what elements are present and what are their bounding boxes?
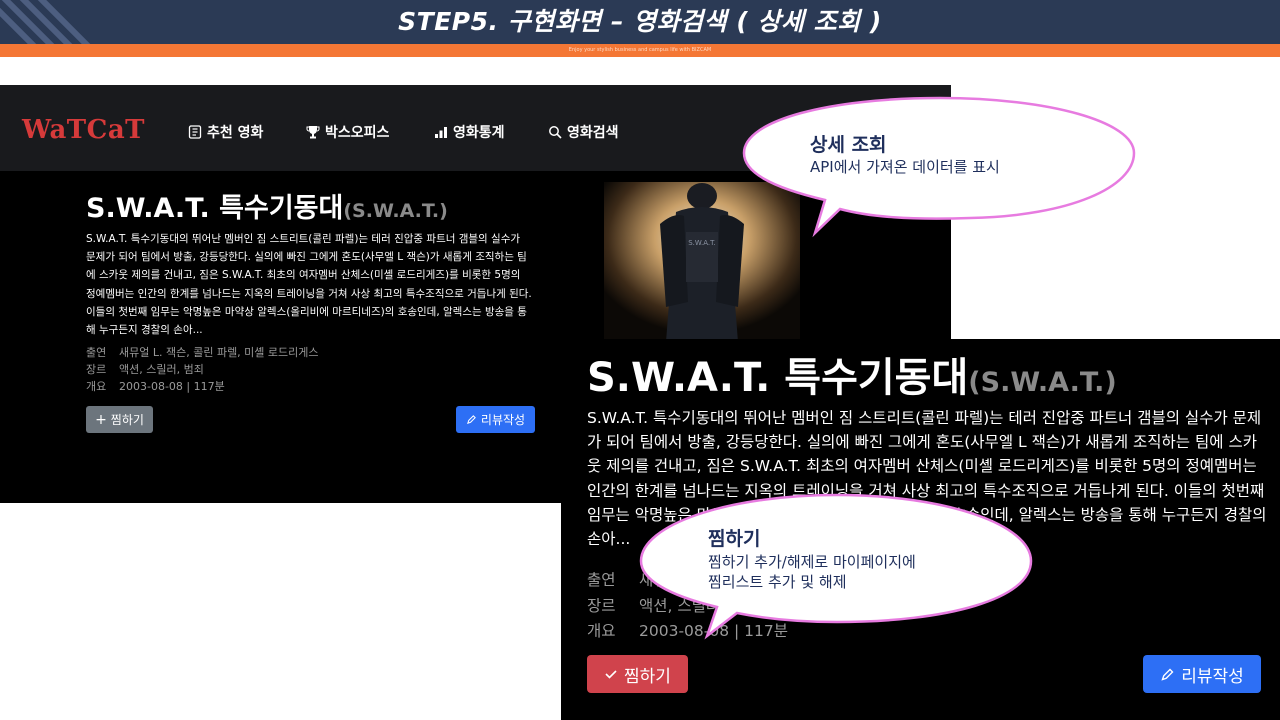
pencil-icon bbox=[1161, 668, 1174, 681]
review-button-label: 리뷰작성 bbox=[1181, 666, 1244, 687]
movie-original-title: (S.W.A.T.) bbox=[968, 367, 1117, 398]
slide-title: STEP5. 구현화면 – 영화검색 ( 상세 조회 ) bbox=[398, 7, 882, 36]
plus-icon: + bbox=[95, 411, 107, 428]
nav-label: 추천 영화 bbox=[207, 125, 264, 141]
search-icon bbox=[549, 126, 562, 139]
svg-text:S.W.A.T.: S.W.A.T. bbox=[688, 239, 716, 247]
callout-detail-text: API에서 가져온 데이터를 표시 bbox=[810, 158, 1000, 176]
nav-stats[interactable]: 영화통계 bbox=[434, 122, 505, 142]
nav-label: 영화통계 bbox=[453, 125, 505, 141]
review-button-label: 리뷰작성 bbox=[480, 413, 526, 427]
movie-title: S.W.A.T. 특수기동대(S.W.A.T.) bbox=[86, 186, 448, 225]
cast-label: 출연 bbox=[587, 571, 616, 589]
trophy-icon bbox=[306, 126, 320, 139]
slide-banner: STEP5. 구현화면 – 영화검색 ( 상세 조회 ) bbox=[0, 0, 1280, 44]
movie-title-text: S.W.A.T. 특수기동대 bbox=[587, 355, 969, 401]
review-button[interactable]: 리뷰작성 bbox=[456, 406, 535, 433]
callout-detail-title: 상세 조회 bbox=[810, 134, 887, 156]
nav-recommend[interactable]: 추천 영화 bbox=[188, 122, 263, 142]
callout-wish-line1: 찜하기 추가/해제로 마이페이지에 bbox=[708, 553, 916, 571]
nav-search[interactable]: 영화검색 bbox=[548, 122, 619, 142]
movie-title-text: S.W.A.T. 특수기동대 bbox=[86, 193, 344, 224]
wish-button-label: 찜하기 bbox=[624, 666, 671, 687]
summary-value: 2003-08-08 | 117분 bbox=[119, 380, 225, 393]
cast-row: 출연 새뮤얼 L. 잭슨, 콜린 파렐, 미셸 로드리게스 bbox=[86, 344, 319, 360]
film-icon bbox=[188, 125, 202, 139]
review-button-zoom[interactable]: 리뷰작성 bbox=[1143, 655, 1261, 693]
banner-subtitle: Enjoy your stylish business and campus l… bbox=[568, 47, 712, 53]
summary-label: 개요 bbox=[587, 622, 616, 640]
nav-boxoffice[interactable]: 박스오피스 bbox=[306, 122, 389, 142]
check-icon bbox=[605, 670, 617, 679]
genre-row: 장르 액션, 스릴러, 범죄 bbox=[86, 361, 204, 377]
pencil-icon bbox=[466, 415, 476, 424]
genre-label: 장르 bbox=[86, 363, 107, 376]
wish-button-zoom[interactable]: 찜하기 bbox=[587, 655, 688, 693]
logo[interactable]: WaTCaT bbox=[22, 115, 145, 145]
movie-original-title: (S.W.A.T.) bbox=[343, 200, 448, 222]
cast-value: 새뮤얼 L. 잭슨, 콜린 파렐, 미셸 로드리게스 bbox=[119, 346, 319, 359]
callout-wish-title: 찜하기 bbox=[708, 528, 761, 550]
summary-label: 개요 bbox=[86, 380, 107, 393]
wish-button[interactable]: + 찜하기 bbox=[86, 406, 153, 433]
nav-label: 영화검색 bbox=[567, 125, 619, 141]
movie-overview: S.W.A.T. 특수기동대의 뛰어난 멤버인 짐 스트리트(콜린 파렐)는 테… bbox=[86, 233, 532, 337]
cast-label: 출연 bbox=[86, 346, 107, 359]
genre-label: 장르 bbox=[587, 597, 616, 615]
callout-wish-line2: 찜리스트 추가 및 해제 bbox=[708, 573, 847, 591]
wish-button-label: 찜하기 bbox=[110, 413, 144, 427]
bar-chart-icon bbox=[435, 127, 447, 138]
movie-title-zoom: S.W.A.T. 특수기동대(S.W.A.T.) bbox=[587, 345, 1117, 403]
summary-row: 개요 2003-08-08 | 117분 bbox=[86, 378, 225, 394]
nav-label: 박스오피스 bbox=[325, 125, 390, 141]
genre-value: 액션, 스릴러, 범죄 bbox=[119, 363, 204, 376]
